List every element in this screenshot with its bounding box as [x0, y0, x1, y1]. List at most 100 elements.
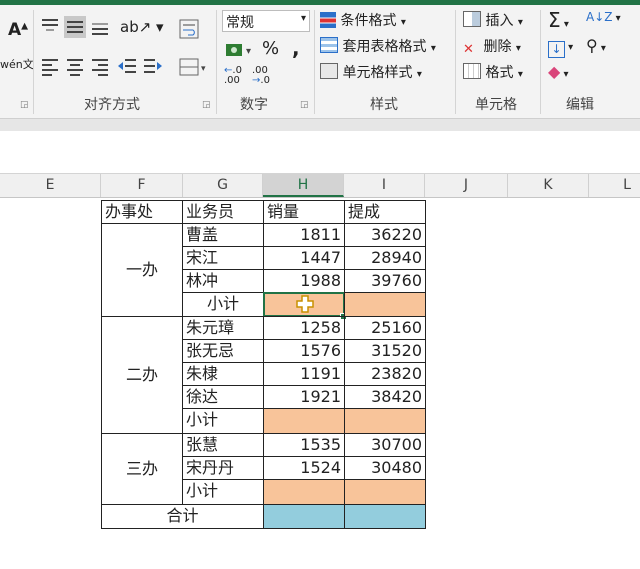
staff-cell[interactable]: 徐达	[182, 385, 264, 409]
clear-eraser-icon[interactable]: ◆ ▾	[548, 62, 569, 81]
group-separator	[540, 10, 541, 114]
format-icon	[463, 63, 481, 79]
subtotal-label[interactable]: 小计	[182, 479, 264, 505]
increase-indent-icon[interactable]	[142, 56, 164, 76]
sort-filter-icon[interactable]: A↓Z ▾	[586, 10, 621, 24]
group-separator	[455, 10, 456, 114]
column-header-f[interactable]: F	[101, 174, 183, 197]
column-header-l[interactable]: L	[589, 174, 640, 197]
column-header-k[interactable]: K	[508, 174, 589, 197]
staff-cell[interactable]: 宋江	[182, 246, 264, 270]
accounting-format-icon[interactable]: ▾	[224, 40, 258, 60]
find-select-icon[interactable]: ⚲ ▾	[586, 36, 606, 55]
subtotal-sales-cell-selected[interactable]	[263, 292, 345, 317]
increase-decimal-button[interactable]: ←.0.00	[224, 66, 242, 86]
sales-cell[interactable]: 1576	[263, 339, 345, 363]
decrease-indent-icon[interactable]	[116, 56, 138, 76]
staff-cell[interactable]: 张慧	[182, 433, 264, 457]
number-group-label: 数字	[240, 97, 268, 113]
commission-cell[interactable]: 36220	[344, 223, 426, 247]
alignment-launcher-icon[interactable]: ◲	[202, 100, 211, 110]
commission-cell[interactable]: 39760	[344, 269, 426, 293]
conditional-format-button[interactable]: 条件格式 ▾	[320, 10, 406, 30]
sales-cell[interactable]: 1988	[263, 269, 345, 293]
commission-cell[interactable]: 23820	[344, 362, 426, 386]
svg-text:▾: ▾	[246, 46, 251, 57]
align-bottom-icon[interactable]	[90, 16, 110, 36]
orientation-icon[interactable]: ab↗ ▾	[120, 18, 164, 36]
header-staff[interactable]: 业务员	[182, 200, 264, 224]
commission-cell[interactable]: 28940	[344, 246, 426, 270]
header-office[interactable]: 办事处	[101, 200, 183, 224]
delete-cells-button[interactable]: ✕ 删除 ▾	[463, 36, 521, 57]
subtotal-sales-cell[interactable]	[263, 479, 345, 505]
percent-style-button[interactable]: %	[262, 38, 279, 59]
header-commission[interactable]: 提成	[344, 200, 426, 224]
cell-styles-icon	[320, 63, 338, 79]
delete-icon: ✕	[463, 42, 474, 57]
header-sales[interactable]: 销量	[263, 200, 345, 224]
sales-cell[interactable]: 1524	[263, 456, 345, 480]
decrease-decimal-button[interactable]: .00 →.0	[252, 66, 270, 86]
sales-cell[interactable]: 1258	[263, 316, 345, 340]
staff-cell[interactable]: 朱元璋	[182, 316, 264, 340]
column-header-e[interactable]: E	[0, 174, 101, 197]
office-cell[interactable]: 二办	[101, 316, 183, 434]
subtotal-label[interactable]: 小计	[182, 408, 264, 434]
grand-total-commission-cell[interactable]	[344, 504, 426, 529]
subtotal-commission-cell[interactable]	[344, 292, 426, 317]
commission-cell[interactable]: 25160	[344, 316, 426, 340]
wrap-text-icon[interactable]	[178, 18, 200, 40]
commission-cell[interactable]: 30700	[344, 433, 426, 457]
grand-total-label[interactable]: 合计	[101, 504, 264, 529]
fill-button[interactable]: ↓ ▾	[548, 38, 573, 58]
comma-style-button[interactable]: ,	[292, 36, 300, 60]
title-bar-strip	[0, 0, 640, 5]
staff-cell[interactable]: 张无忌	[182, 339, 264, 363]
sales-cell[interactable]: 1811	[263, 223, 345, 247]
sales-cell[interactable]: 1191	[263, 362, 345, 386]
sales-cell[interactable]: 1535	[263, 433, 345, 457]
grand-total-sales-cell[interactable]	[263, 504, 345, 529]
sales-cell[interactable]: 1447	[263, 246, 345, 270]
font-launcher-icon[interactable]: ◲	[20, 100, 29, 110]
subtotal-label[interactable]: 小计	[182, 292, 264, 317]
sales-cell[interactable]: 1921	[263, 385, 345, 409]
subtotal-commission-cell[interactable]	[344, 479, 426, 505]
group-separator	[314, 10, 315, 114]
format-as-table-button[interactable]: 套用表格格式 ▾	[320, 36, 436, 56]
number-launcher-icon[interactable]: ◲	[300, 100, 309, 110]
cell-styles-button[interactable]: 单元格样式 ▾	[320, 62, 422, 82]
insert-cells-button[interactable]: 插入 ▾	[463, 10, 523, 30]
column-header-h[interactable]: H	[263, 174, 344, 197]
merge-center-icon[interactable]: ▾	[178, 56, 208, 78]
column-header-i[interactable]: I	[344, 174, 425, 197]
staff-cell[interactable]: 林冲	[182, 269, 264, 293]
align-middle-icon[interactable]	[64, 16, 86, 38]
staff-cell[interactable]: 曹盖	[182, 223, 264, 247]
font-size-increase-button[interactable]: A▲	[8, 20, 28, 40]
staff-cell[interactable]: 宋丹丹	[182, 456, 264, 480]
autosum-button[interactable]: Σ ▾	[548, 8, 569, 32]
format-cells-button[interactable]: 格式 ▾	[463, 62, 523, 82]
cell-cursor-cross-icon	[296, 295, 314, 313]
align-right-icon[interactable]	[90, 56, 110, 76]
ribbon-bottom-edge	[0, 118, 640, 131]
align-center-icon[interactable]	[65, 56, 85, 76]
office-cell[interactable]: 一办	[101, 223, 183, 317]
number-format-select[interactable]: 常规 ▾	[222, 10, 310, 32]
worksheet-grid[interactable]: 办事处 业务员 销量 提成 一办 曹盖 1811 36220 宋江 1447 2…	[0, 198, 640, 569]
align-top-icon[interactable]	[40, 16, 60, 34]
commission-cell[interactable]: 38420	[344, 385, 426, 409]
align-left-icon[interactable]	[40, 56, 60, 76]
subtotal-commission-cell[interactable]	[344, 408, 426, 434]
formula-bar[interactable]	[0, 131, 640, 174]
office-cell[interactable]: 三办	[101, 433, 183, 505]
commission-cell[interactable]: 30480	[344, 456, 426, 480]
staff-cell[interactable]: 朱棣	[182, 362, 264, 386]
subtotal-sales-cell[interactable]	[263, 408, 345, 434]
column-header-j[interactable]: J	[425, 174, 508, 197]
column-header-g[interactable]: G	[183, 174, 263, 197]
phonetic-guide-button[interactable]: wén文	[0, 56, 34, 72]
commission-cell[interactable]: 31520	[344, 339, 426, 363]
